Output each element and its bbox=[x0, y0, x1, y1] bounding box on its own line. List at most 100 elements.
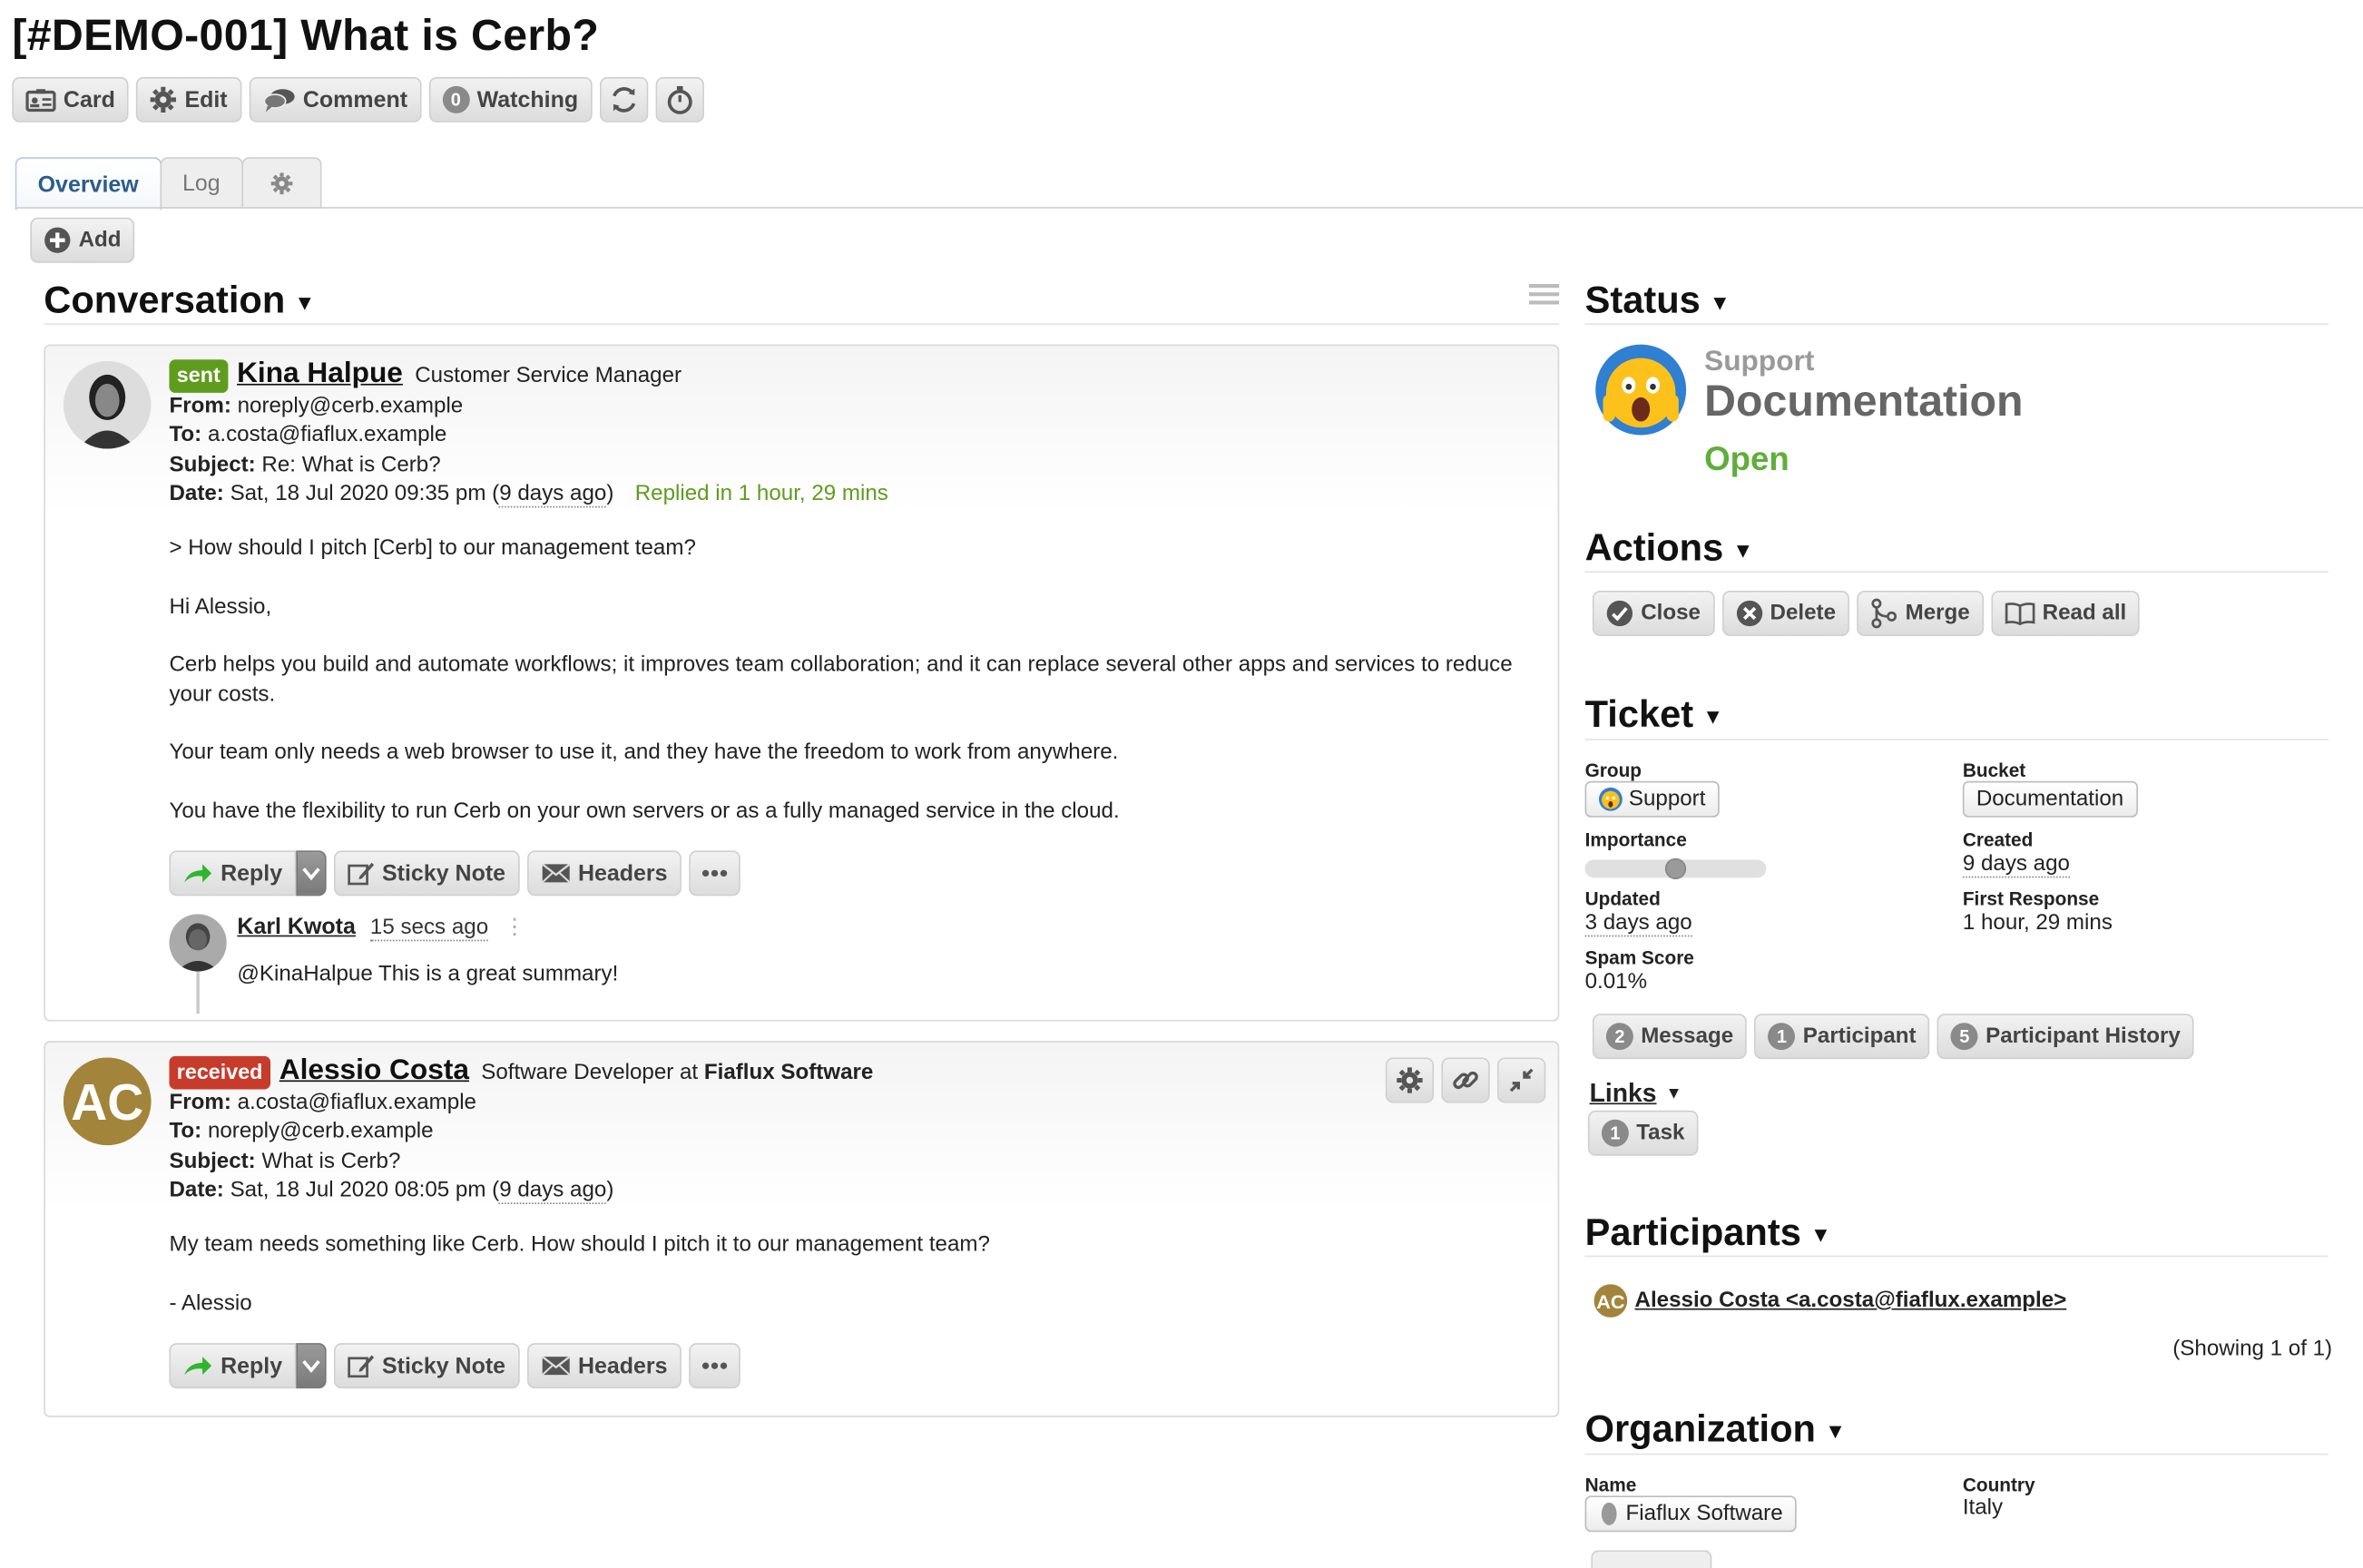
status-header[interactable]: Status ▼ bbox=[1585, 279, 1731, 323]
participant-history-label: Participant History bbox=[1986, 1024, 2181, 1049]
chevron-down-icon: ▼ bbox=[1810, 1221, 1831, 1246]
sticky-note-button[interactable]: Sticky Note bbox=[334, 850, 519, 896]
comment-author-link[interactable]: Karl Kwota bbox=[237, 914, 355, 939]
organization-header[interactable]: Organization ▼ bbox=[1585, 1408, 1846, 1452]
message-body: > How should I pitch [Cerb] to our manag… bbox=[169, 534, 1536, 855]
open-book-icon bbox=[2005, 602, 2035, 626]
first-response-label: First Response bbox=[1963, 888, 2099, 909]
reply-arrow-icon bbox=[182, 863, 212, 884]
check-circle-icon bbox=[1606, 600, 1633, 627]
body-paragraph: > How should I pitch [Cerb] to our manag… bbox=[169, 534, 1536, 564]
more-options-button[interactable] bbox=[689, 1343, 740, 1388]
to-label: To: bbox=[169, 1120, 201, 1144]
edit-button[interactable]: Edit bbox=[136, 77, 240, 122]
chevron-down-icon: ▼ bbox=[1666, 1084, 1682, 1102]
participants-showing: (Showing 1 of 1) bbox=[2172, 1338, 2332, 1362]
comment-button[interactable]: Comment bbox=[249, 77, 421, 122]
time-tracking-button[interactable] bbox=[655, 77, 703, 122]
sender-name-link[interactable]: Kina Halpue bbox=[237, 358, 403, 390]
status-bucket-link[interactable]: Documentation bbox=[1704, 377, 2023, 427]
participants-title: Participants bbox=[1585, 1211, 1801, 1255]
tab-settings[interactable] bbox=[241, 157, 321, 209]
profile-toolbar: Card Edit Comment 0 Watching bbox=[12, 77, 703, 122]
importance-slider-handle[interactable] bbox=[1665, 858, 1686, 879]
from-address: a.costa@fiaflux.example bbox=[238, 1090, 476, 1114]
envelope-icon bbox=[540, 863, 570, 884]
merge-button[interactable]: Merge bbox=[1857, 591, 1983, 636]
links-header[interactable]: Links ▼ bbox=[1590, 1079, 1682, 1109]
permalink-button[interactable] bbox=[1441, 1058, 1489, 1103]
tab-overview[interactable]: Overview bbox=[15, 157, 162, 210]
tab-log[interactable]: Log bbox=[160, 157, 243, 209]
links-title: Links bbox=[1590, 1079, 1657, 1109]
avatar[interactable]: AC bbox=[64, 1058, 152, 1146]
comment-button-label: Comment bbox=[303, 87, 407, 113]
collapse-icon bbox=[1509, 1068, 1534, 1093]
ticket-header[interactable]: Ticket ▼ bbox=[1585, 693, 1724, 737]
menu-icon[interactable] bbox=[1529, 282, 1559, 307]
sender-name-link[interactable]: Alessio Costa bbox=[279, 1054, 469, 1086]
participant-link[interactable]: Alessio Costa <a.costa@fiaflux.example> bbox=[1635, 1289, 2067, 1313]
watcher-count: 0 bbox=[442, 86, 469, 113]
actions-header[interactable]: Actions ▼ bbox=[1585, 527, 1754, 571]
profile-tabs: Overview Log bbox=[15, 157, 320, 210]
status-group-link[interactable]: Support bbox=[1704, 346, 1814, 379]
message-header: sent Kina Halpue Customer Service Manager … bbox=[169, 359, 887, 510]
bucket-chip-label: Documentation bbox=[1976, 787, 2123, 811]
reply-group: Reply bbox=[169, 1343, 326, 1388]
reply-dropdown-button[interactable] bbox=[296, 1343, 326, 1388]
reply-button[interactable]: Reply bbox=[169, 850, 296, 896]
refresh-button[interactable] bbox=[599, 77, 647, 122]
card-button[interactable]: Card bbox=[12, 77, 129, 122]
message-actions: Reply Sticky Note Headers bbox=[169, 850, 740, 896]
created-value: 9 days ago bbox=[1963, 852, 2070, 877]
watching-button[interactable]: 0 Watching bbox=[428, 77, 592, 122]
chevron-down-icon: ▼ bbox=[1702, 703, 1723, 728]
collapse-button[interactable] bbox=[1497, 1058, 1545, 1103]
org-name-chip[interactable]: Fiaflux Software bbox=[1585, 1495, 1797, 1534]
org-avatar-icon bbox=[1599, 1502, 1620, 1526]
participant-history-button[interactable]: 5 Participant History bbox=[1937, 1014, 2194, 1059]
reply-dropdown-button[interactable] bbox=[296, 850, 326, 896]
date-text: Sat, 18 Jul 2020 09:35 pm ( bbox=[230, 482, 500, 506]
reply-button[interactable]: Reply bbox=[169, 1343, 296, 1388]
date-close: ) bbox=[606, 1179, 613, 1203]
delete-button[interactable]: Delete bbox=[1721, 591, 1849, 636]
conversation-header[interactable]: Conversation ▼ bbox=[44, 279, 315, 323]
sticky-note-button[interactable]: Sticky Note bbox=[334, 1343, 519, 1388]
message-card-received: AC received Alessio Costa Software Develop… bbox=[44, 1041, 1559, 1417]
body-paragraph: Your team only needs a web browser to us… bbox=[169, 739, 1536, 768]
message-settings-button[interactable] bbox=[1386, 1058, 1434, 1103]
participants-count-label: Participant bbox=[1803, 1024, 1917, 1049]
delete-label: Delete bbox=[1770, 602, 1836, 626]
avatar[interactable] bbox=[64, 361, 152, 449]
watching-button-label: Watching bbox=[477, 87, 578, 113]
headers-label: Headers bbox=[578, 860, 668, 886]
importance-slider[interactable] bbox=[1585, 859, 1767, 877]
status-badge: sent bbox=[169, 359, 228, 392]
x-circle-icon bbox=[1735, 600, 1762, 627]
messages-count-button[interactable]: 2 Message bbox=[1593, 1014, 1747, 1059]
headers-button[interactable]: Headers bbox=[526, 850, 681, 896]
close-button[interactable]: Close bbox=[1593, 591, 1714, 636]
chevron-down-icon bbox=[302, 866, 320, 881]
org-more-button[interactable] bbox=[1591, 1550, 1711, 1568]
participants-count-button[interactable]: 1 Participant bbox=[1755, 1014, 1930, 1059]
chevron-down-icon: ▼ bbox=[294, 289, 315, 314]
task-links-button[interactable]: 1 Task bbox=[1588, 1111, 1699, 1156]
add-widget-button[interactable]: Add bbox=[30, 218, 134, 263]
participant-history-count: 5 bbox=[1951, 1023, 1978, 1050]
vertical-ellipsis-icon[interactable]: ⋮ bbox=[504, 916, 525, 940]
group-chip[interactable]: Support bbox=[1585, 781, 1720, 819]
date-close: ) bbox=[606, 482, 613, 506]
more-options-button[interactable] bbox=[689, 850, 740, 896]
participants-header[interactable]: Participants ▼ bbox=[1585, 1211, 1831, 1255]
chevron-down-icon: ▼ bbox=[1732, 537, 1753, 562]
comment-avatar[interactable] bbox=[169, 914, 226, 971]
gear-icon bbox=[270, 172, 293, 195]
headers-button[interactable]: Headers bbox=[526, 1343, 681, 1388]
sender-org[interactable]: Fiaflux Software bbox=[704, 1061, 873, 1085]
body-paragraph: - Alessio bbox=[169, 1289, 1536, 1318]
read-all-button[interactable]: Read all bbox=[1991, 591, 2140, 636]
bucket-chip[interactable]: Documentation bbox=[1963, 781, 2137, 818]
